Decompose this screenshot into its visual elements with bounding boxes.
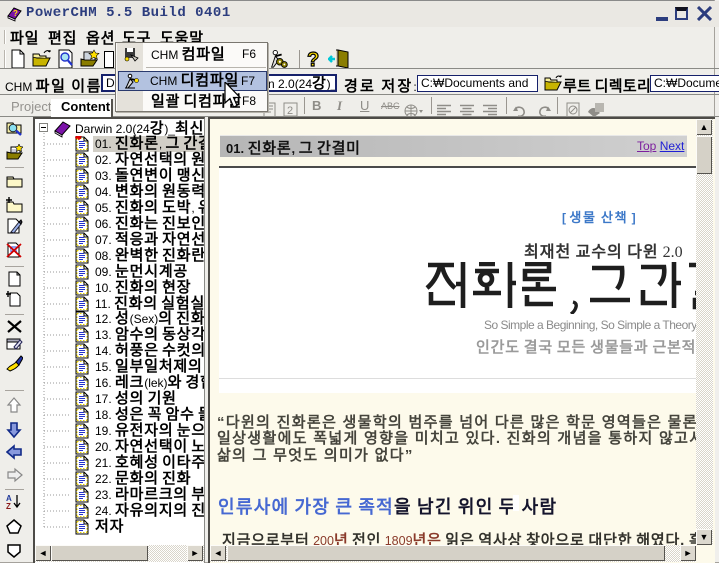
svg-text:Z: Z	[6, 502, 11, 511]
svg-text:2: 2	[287, 105, 293, 117]
svg-text:?: ?	[13, 9, 18, 18]
svg-text:?: ?	[307, 49, 319, 70]
